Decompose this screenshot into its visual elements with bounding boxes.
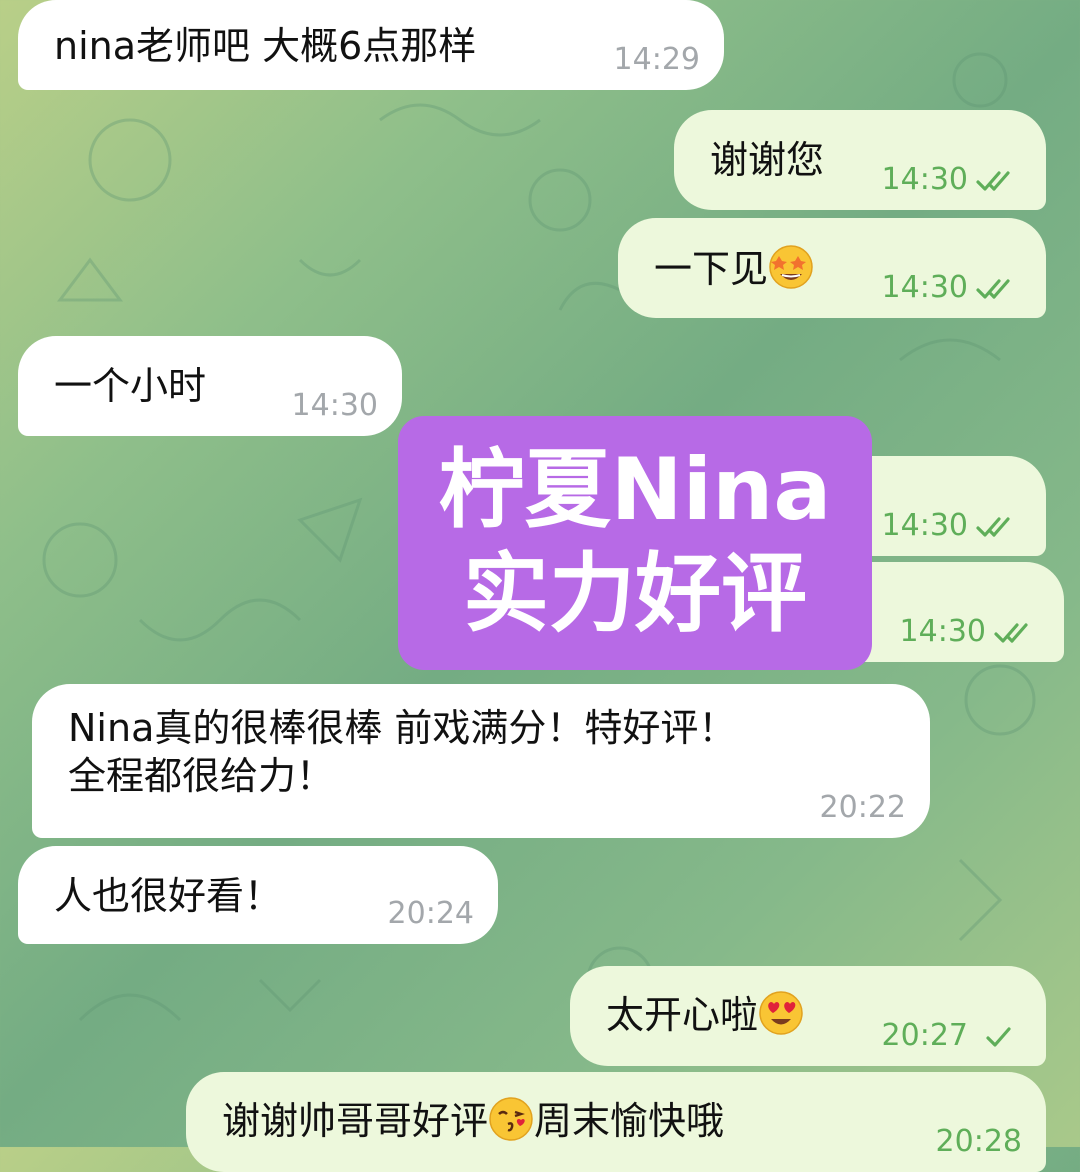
overlay-line-1: 柠夏Nina <box>438 440 832 540</box>
message-bubble[interactable]: 一个小时 14:30 <box>18 336 402 436</box>
message-meta: 14:30 <box>882 164 1022 196</box>
message-meta: 20:27 <box>882 1020 1022 1052</box>
message-meta: 14:30 <box>882 510 1022 542</box>
message-text-line-2: 全程都很给力！ <box>68 754 335 798</box>
message-text: 谢谢帅哥哥好评 <box>222 1099 489 1143</box>
message-time: 20:27 <box>881 1018 968 1053</box>
heart-eyes-emoji-icon <box>758 990 804 1036</box>
message-time: 14:29 <box>613 42 700 77</box>
double-check-icon <box>974 168 1022 194</box>
message-text: 一下见 <box>654 247 769 291</box>
check-icon <box>974 1024 1022 1050</box>
overlay-line-2: 实力好评 <box>463 544 807 644</box>
message-text-line-1: Nina真的很棒很棒 前戏满分！特好评！ <box>68 706 737 750</box>
star-struck-emoji-icon <box>768 244 814 290</box>
message-bubble[interactable]: 太开心啦 20:27 <box>570 966 1046 1066</box>
message-text: nina老师吧 大概6点那样 <box>54 24 477 68</box>
message-time: 14:30 <box>881 162 968 197</box>
kissing-heart-emoji-icon <box>488 1096 534 1142</box>
message-time: 14:30 <box>881 270 968 305</box>
message-time: 20:22 <box>819 790 906 825</box>
message-bubble[interactable]: 谢谢帅哥哥好评 周末愉快哦 20:28 <box>186 1072 1046 1172</box>
message-text: 太开心啦 <box>606 993 759 1037</box>
message-time: 14:30 <box>291 388 378 423</box>
message-text-after-emoji: 周末愉快哦 <box>534 1099 725 1143</box>
message-bubble[interactable]: 人也很好看！ 20:24 <box>18 846 498 944</box>
double-check-icon <box>974 514 1022 540</box>
message-time: 20:28 <box>935 1124 1022 1159</box>
double-check-icon <box>974 276 1022 302</box>
message-meta: 14:30 <box>882 272 1022 304</box>
promo-overlay-label: 柠夏Nina 实力好评 <box>398 416 872 670</box>
message-bubble[interactable]: 一下见 14:30 <box>618 218 1046 318</box>
message-content: 谢谢帅哥哥好评 周末愉快哦 <box>222 1096 1022 1145</box>
message-bubble[interactable]: Nina真的很棒很棒 前戏满分！特好评！ 全程都很给力！ 20:22 <box>32 684 930 838</box>
message-time: 14:30 <box>899 614 986 649</box>
message-bubble[interactable]: nina老师吧 大概6点那样 14:29 <box>18 0 724 90</box>
message-time: 20:24 <box>387 896 474 931</box>
message-bubble[interactable]: 谢谢您 14:30 <box>674 110 1046 210</box>
double-check-icon <box>992 620 1040 646</box>
message-meta: 14:30 <box>900 616 1040 648</box>
message-time: 14:30 <box>881 508 968 543</box>
